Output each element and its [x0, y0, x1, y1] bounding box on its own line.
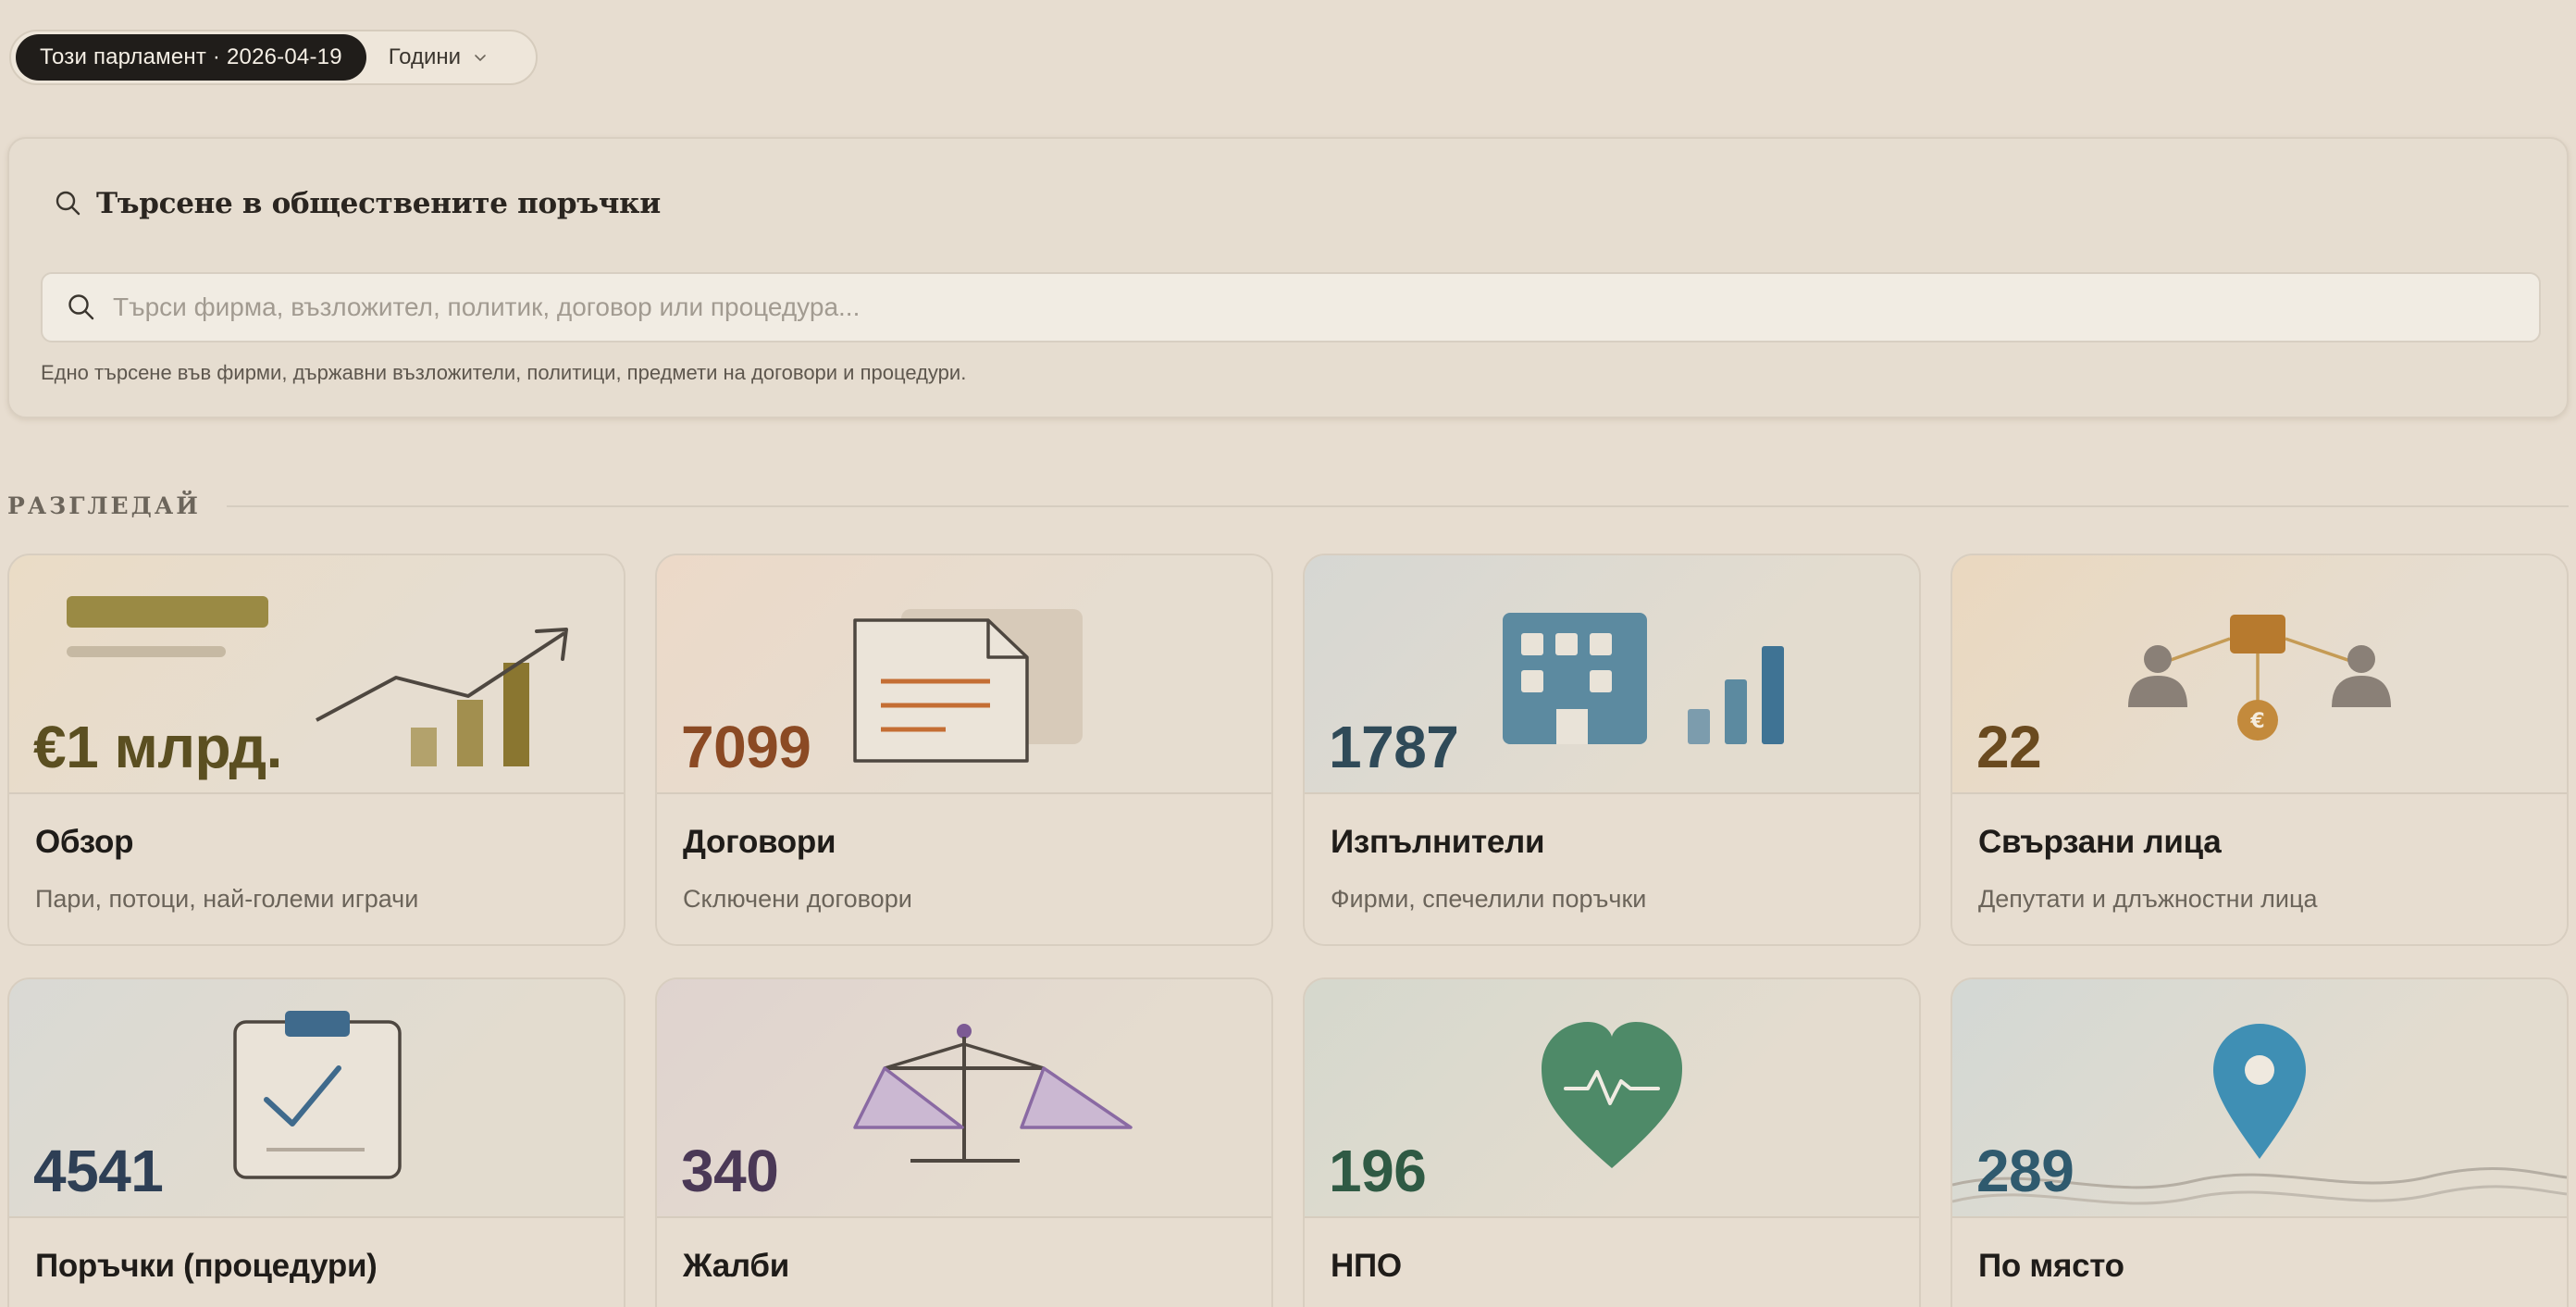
tile-ngo-title: НПО [1331, 1248, 1402, 1284]
tile-complaints-title: Жалби [683, 1248, 789, 1284]
tile-by-place-title: По място [1978, 1248, 2124, 1284]
search-icon [68, 294, 94, 320]
tile-related-persons-body: Свързани лица Депутати и длъжностни лица [1952, 794, 2567, 944]
tile-related-persons-number: 22 [1976, 714, 2042, 780]
tile-related-persons[interactable]: € 22 Свързани лица Депутати и длъжностни… [1951, 554, 2569, 946]
search-heading: Търсене в обществените поръчки [54, 187, 661, 220]
search-icon [56, 191, 80, 216]
tile-ngo-visual: 196 [1305, 979, 1919, 1218]
period-switcher: Този парламент · 2026-04-19 Години [9, 30, 538, 85]
tile-contracts-number: 7099 [681, 714, 811, 780]
tile-by-place[interactable]: 289 По място [1951, 977, 2569, 1307]
tile-contractors[interactable]: 1787 Изпълнители Фирми, спечелили поръчк… [1303, 554, 1921, 946]
tile-complaints-number: 340 [681, 1138, 779, 1204]
search-card: Търсене в обществените поръчки Едно търс… [7, 137, 2569, 418]
tile-complaints-body: Жалби [657, 1218, 1271, 1307]
tile-overview-title: Обзор [35, 824, 134, 860]
tile-procedures[interactable]: 4541 Поръчки (процедури) [7, 977, 625, 1307]
tile-complaints-visual: 340 [657, 979, 1271, 1218]
tile-by-place-visual: 289 [1952, 979, 2567, 1218]
tile-contracts[interactable]: 7099 Договори Сключени договори [655, 554, 1273, 946]
tile-by-place-body: По място [1952, 1218, 2567, 1307]
browse-section-title: РАЗГЛЕДАЙ [7, 492, 201, 519]
section-divider [226, 504, 2569, 507]
tile-overview[interactable]: €1 млрд. Обзор Пари, потоци, най-големи … [7, 554, 625, 946]
tile-contractors-title: Изпълнители [1331, 824, 1545, 860]
tile-contracts-title: Договори [683, 824, 836, 860]
tile-contractors-subtitle: Фирми, спечелили поръчки [1331, 885, 1647, 913]
network-icon: € [2128, 615, 2391, 741]
browse-section-header: РАЗГЛЕДАЙ [7, 492, 2569, 519]
search-input[interactable] [113, 293, 2519, 322]
tile-by-place-number: 289 [1976, 1138, 2074, 1204]
tile-overview-number: €1 млрд. [33, 714, 282, 780]
tile-overview-body: Обзор Пари, потоци, най-големи играчи [9, 794, 624, 944]
tile-ngo-number: 196 [1329, 1138, 1427, 1204]
search-heading-text: Търсене в обществените поръчки [96, 187, 661, 220]
tile-contractors-number: 1787 [1329, 714, 1459, 780]
period-years-dropdown[interactable]: Години [366, 44, 489, 70]
tile-contracts-subtitle: Сключени договори [683, 885, 912, 913]
tile-procedures-visual: 4541 [9, 979, 624, 1218]
tile-overview-visual: €1 млрд. [9, 555, 624, 794]
tile-ngo-body: НПО [1305, 1218, 1919, 1307]
tile-contracts-body: Договори Сключени договори [657, 794, 1271, 944]
tile-procedures-title: Поръчки (процедури) [35, 1248, 378, 1284]
svg-text:€: € [2249, 710, 2264, 733]
tile-complaints[interactable]: 340 Жалби [655, 977, 1273, 1307]
tile-ngo[interactable]: 196 НПО [1303, 977, 1921, 1307]
tile-related-persons-visual: € 22 [1952, 555, 2567, 794]
chevron-down-icon [475, 55, 486, 62]
tile-overview-subtitle: Пари, потоци, най-големи играчи [35, 885, 419, 913]
tile-procedures-number: 4541 [33, 1138, 164, 1204]
tile-contracts-visual: 7099 [657, 555, 1271, 794]
tile-related-persons-title: Свързани лица [1978, 824, 2222, 860]
tile-contractors-visual: 1787 [1305, 555, 1919, 794]
period-years-label: Години [388, 44, 462, 69]
search-box[interactable] [41, 272, 2541, 342]
period-current-button[interactable]: Този парламент · 2026-04-19 [16, 34, 366, 81]
tile-related-persons-subtitle: Депутати и длъжностни лица [1978, 885, 2318, 913]
tile-procedures-body: Поръчки (процедури) [9, 1218, 624, 1307]
tile-contractors-body: Изпълнители Фирми, спечелили поръчки [1305, 794, 1919, 944]
search-hint: Едно търсене във фирми, държавни възложи… [41, 361, 967, 384]
